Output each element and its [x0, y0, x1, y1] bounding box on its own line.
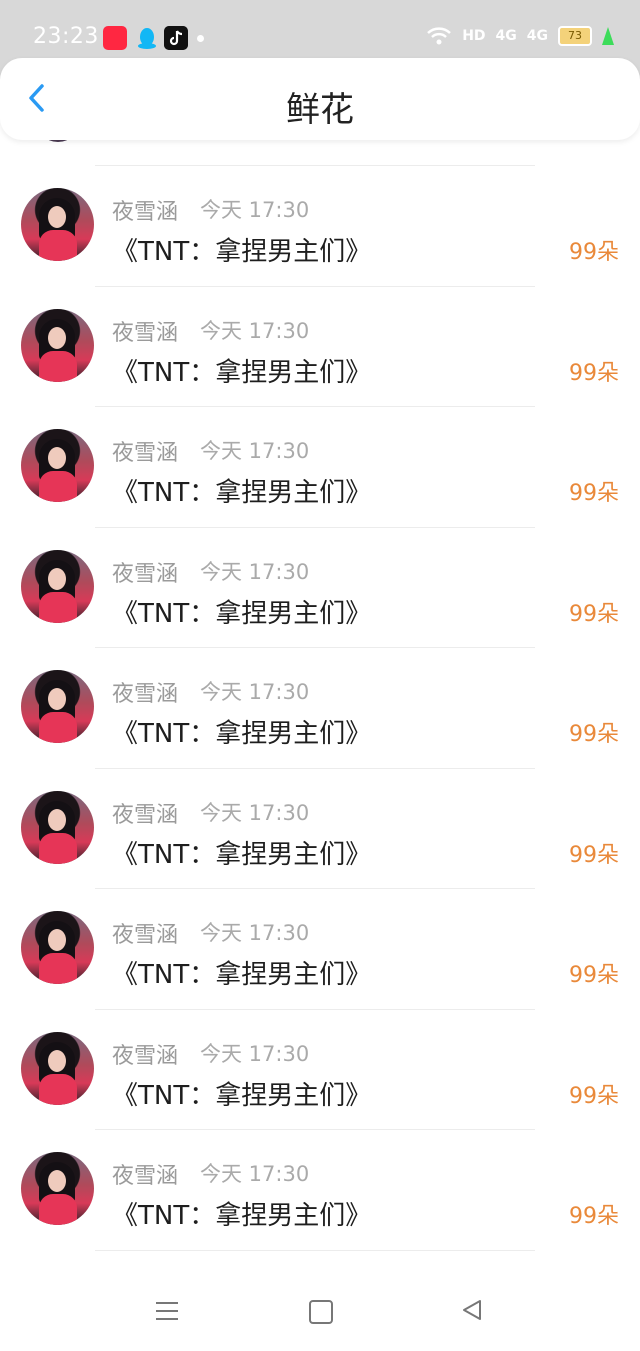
avatar-body	[39, 833, 77, 864]
charging-icon	[602, 27, 614, 45]
avatar-face	[48, 1170, 66, 1192]
list-item[interactable]: 夜雪涵 今天 17:30 《TNT：拿捏男主们》 99朵	[0, 868, 640, 991]
sender-name[interactable]: 夜雪涵	[112, 315, 178, 347]
avatar-body	[39, 351, 77, 382]
avatar-body	[39, 230, 77, 261]
signal-icon: 4G	[526, 28, 548, 44]
back-triangle-icon[interactable]	[460, 1298, 484, 1322]
xiaohongshu-icon	[103, 26, 127, 50]
avatar-face	[48, 688, 66, 710]
avatar-body	[39, 471, 77, 502]
qq-icon	[138, 28, 156, 49]
avatar-face	[48, 568, 66, 590]
avatar-face	[48, 206, 66, 228]
list-item[interactable]: 夜雪涵 今天 17:30 《TNT：拿捏男主们》 99朵	[0, 989, 640, 1112]
timestamp: 今天 17:30	[200, 319, 310, 343]
flower-count: 99朵	[569, 240, 619, 265]
work-title[interactable]: 《TNT：拿捏男主们》	[112, 1195, 371, 1232]
timestamp: 今天 17:30	[200, 1042, 310, 1066]
timestamp: 今天 17:30	[200, 439, 310, 463]
battery-icon: 73	[558, 26, 592, 46]
avatar-face	[48, 929, 66, 951]
work-title[interactable]: 《TNT：拿捏男主们》	[112, 472, 371, 509]
page-title: 鲜花	[286, 90, 354, 130]
list-item[interactable]: 夜雪涵 今天 17:30 《TNT：拿捏男主们》 99朵	[0, 386, 640, 509]
avatar-body	[39, 1074, 77, 1105]
sender-name[interactable]: 夜雪涵	[112, 1038, 178, 1070]
row-divider	[95, 1250, 535, 1251]
timestamp: 今天 17:30	[200, 198, 310, 222]
flower-count: 99朵	[569, 963, 619, 988]
flower-count: 99朵	[569, 1084, 619, 1109]
list-item[interactable]: 夜雪涵 今天 17:30 《TNT：拿捏男主们》 99朵	[0, 507, 640, 630]
avatar[interactable]	[21, 429, 94, 502]
menu-icon[interactable]	[156, 1302, 178, 1320]
avatar[interactable]	[21, 309, 94, 382]
timestamp: 今天 17:30	[200, 680, 310, 704]
notification-dot-icon	[197, 35, 204, 42]
system-nav-bar	[0, 1270, 640, 1351]
avatar[interactable]	[21, 1152, 94, 1225]
status-time: 23:23	[33, 24, 99, 49]
sender-name[interactable]: 夜雪涵	[112, 917, 178, 949]
avatar-face	[48, 1050, 66, 1072]
status-indicators: HD 4G 4G 73	[426, 26, 614, 46]
timestamp: 今天 17:30	[200, 560, 310, 584]
avatar[interactable]	[21, 791, 94, 864]
work-title[interactable]: 《TNT：拿捏男主们》	[112, 231, 371, 268]
timestamp: 今天 17:30	[200, 1162, 310, 1186]
sender-name[interactable]: 夜雪涵	[112, 556, 178, 588]
flower-count: 99朵	[569, 722, 619, 747]
sender-name[interactable]: 夜雪涵	[112, 194, 178, 226]
avatar[interactable]	[21, 911, 94, 984]
list-item[interactable]: 夜雪涵 今天 17:30 《TNT：拿捏男主们》 99朵	[0, 145, 640, 268]
work-title[interactable]: 《TNT：拿捏男主们》	[112, 593, 371, 630]
work-title[interactable]: 《TNT：拿捏男主们》	[112, 352, 371, 389]
home-icon[interactable]	[309, 1300, 333, 1324]
work-title[interactable]: 《TNT：拿捏男主们》	[112, 713, 371, 750]
avatar-face	[48, 447, 66, 469]
timestamp: 今天 17:30	[200, 801, 310, 825]
flower-count: 99朵	[569, 602, 619, 627]
flower-count: 99朵	[569, 361, 619, 386]
avatar-face	[48, 809, 66, 831]
flower-count: 99朵	[569, 481, 619, 506]
sender-name[interactable]: 夜雪涵	[112, 435, 178, 467]
flower-count: 99朵	[569, 843, 619, 868]
avatar[interactable]	[21, 550, 94, 623]
avatar-body	[39, 1194, 77, 1225]
avatar-body	[39, 712, 77, 743]
wifi-icon	[427, 27, 452, 45]
work-title[interactable]: 《TNT：拿捏男主们》	[112, 1075, 371, 1112]
avatar[interactable]	[21, 1032, 94, 1105]
hd-label: HD	[462, 28, 486, 44]
avatar-face	[48, 327, 66, 349]
avatar-body	[39, 592, 77, 623]
tiktok-icon	[164, 26, 188, 50]
work-title[interactable]: 《TNT：拿捏男主们》	[112, 954, 371, 991]
list-item[interactable]: 夜雪涵 今天 17:30 《TNT：拿捏男主们》 99朵	[0, 627, 640, 750]
timestamp: 今天 17:30	[200, 921, 310, 945]
list-item[interactable]: 夜雪涵 今天 17:30 《TNT：拿捏男主们》 99朵	[0, 1109, 640, 1232]
list-item[interactable]: 夜雪涵 今天 17:30 《TNT：拿捏男主们》 99朵	[0, 748, 640, 871]
avatar[interactable]	[21, 188, 94, 261]
avatar[interactable]	[21, 670, 94, 743]
sender-name[interactable]: 夜雪涵	[112, 676, 178, 708]
flower-count: 99朵	[569, 1204, 619, 1229]
avatar-body	[39, 953, 77, 984]
sender-name[interactable]: 夜雪涵	[112, 1158, 178, 1190]
work-title[interactable]: 《TNT：拿捏男主们》	[112, 834, 371, 871]
app-header: 鲜花	[0, 58, 640, 140]
signal-icon: 4G	[495, 28, 517, 44]
list-item[interactable]: 夜雪涵 今天 17:30 《TNT：拿捏男主们》 99朵	[0, 266, 640, 389]
sender-name[interactable]: 夜雪涵	[112, 797, 178, 829]
